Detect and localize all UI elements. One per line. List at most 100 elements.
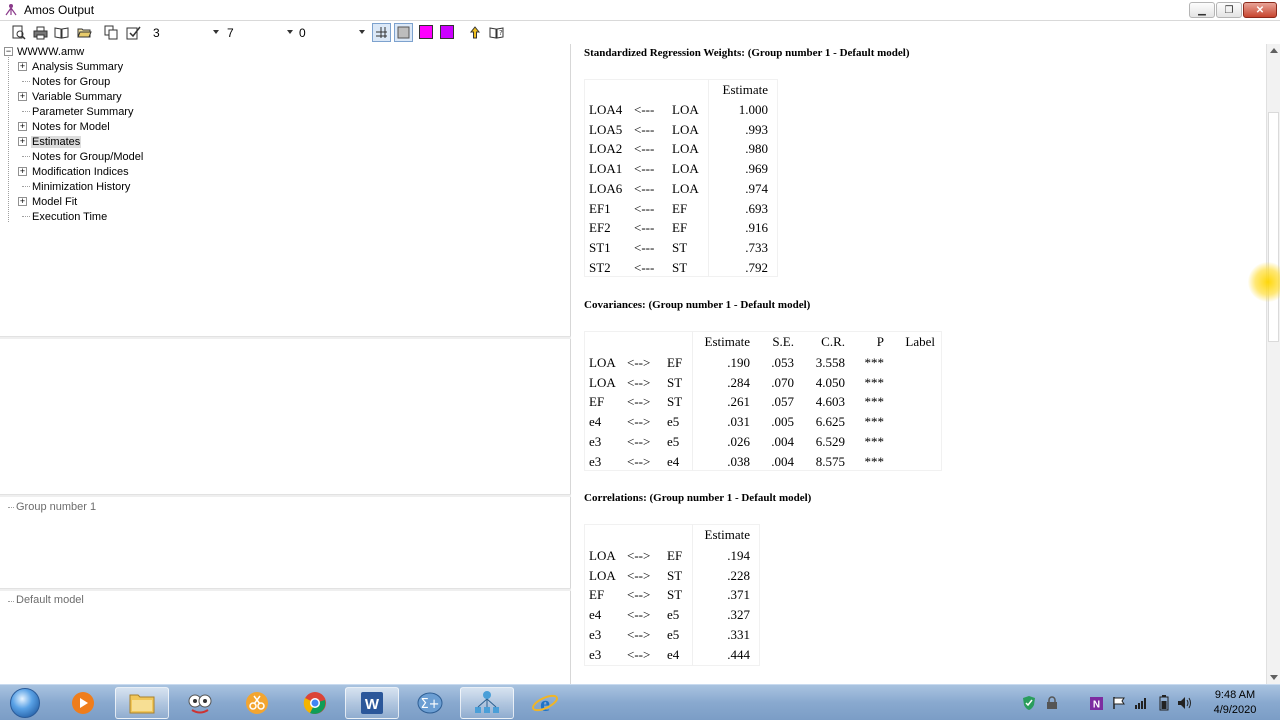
taskbar-app[interactable] (173, 687, 227, 719)
tree-item-parameter-summary[interactable]: Parameter Summary (31, 104, 134, 119)
scissors-app-icon (246, 692, 268, 714)
start-button[interactable] (4, 686, 46, 720)
expand-icon[interactable]: + (18, 92, 27, 101)
column-width-value: 7 (227, 25, 234, 40)
maximize-button[interactable]: ❐ (1216, 2, 1242, 18)
color-swatch-1[interactable] (419, 25, 433, 39)
grid-icon (376, 27, 387, 38)
tray-lock-icon[interactable] (1043, 685, 1061, 720)
tree-item-model-fit[interactable]: Model Fit (31, 194, 78, 209)
scroll-thumb[interactable] (1268, 112, 1279, 342)
tray-onenote-icon[interactable]: N (1087, 685, 1105, 720)
column-width-select[interactable]: 7 (225, 24, 295, 41)
scroll-up-icon[interactable] (1270, 48, 1278, 53)
table-cell-variable: e4 (589, 414, 602, 429)
table-cell-estimate: .693 (745, 201, 768, 216)
decimals-value: 3 (153, 25, 160, 40)
table-cell-p: *** (864, 394, 885, 409)
table-cell-variable: EF (589, 394, 605, 409)
up-arrow-icon[interactable] (467, 24, 483, 40)
tree-item-estimates[interactable]: Estimates (31, 134, 82, 149)
minimize-button[interactable]: ▁ (1189, 2, 1215, 18)
tray-flag-icon[interactable] (1110, 685, 1128, 720)
tree-item-variable-summary[interactable]: Variable Summary (31, 89, 123, 104)
tree-item-modification-indices[interactable]: Modification Indices (31, 164, 130, 179)
table-cell-variable: LOA1 (589, 161, 623, 176)
close-button[interactable]: ✕ (1243, 2, 1277, 18)
shade-toggle-button[interactable] (394, 23, 413, 42)
copy-icon[interactable] (103, 24, 119, 40)
table-cell-arrow: <--- (634, 122, 655, 137)
table-select[interactable]: 0 (297, 24, 367, 41)
table-cell-arrow: <--- (634, 220, 655, 235)
help-book-icon[interactable]: ? (488, 24, 504, 40)
open-folder-icon[interactable] (76, 24, 92, 40)
table-cell-variable: e3 (589, 647, 602, 662)
taskbar-internet-explorer[interactable]: e (518, 687, 572, 719)
table-cell-estimate: .327 (727, 607, 750, 622)
tree-item-label: Notes for Group/Model (32, 150, 144, 163)
table-cell-variable: e5 (667, 434, 680, 449)
amos-app-icon (5, 4, 17, 16)
table-cell-arrow: <--> (627, 355, 651, 370)
tray-battery-icon[interactable] (1155, 685, 1173, 720)
table-cell-cr: 4.050 (815, 375, 845, 390)
expand-icon[interactable]: + (18, 137, 27, 146)
panel-splitter[interactable] (0, 336, 571, 339)
grid-toggle-button[interactable] (372, 23, 391, 42)
table-cell-variable: ST2 (589, 260, 611, 275)
expand-icon[interactable]: + (18, 62, 27, 71)
table-cell-variable: e3 (589, 434, 602, 449)
taskbar-media-player[interactable] (56, 687, 110, 719)
expand-icon[interactable]: + (18, 197, 27, 206)
table-cell-variable: e4 (667, 647, 680, 662)
expand-icon[interactable]: + (18, 122, 27, 131)
table-cell-variable: LOA5 (589, 122, 623, 137)
taskbar-chrome[interactable] (288, 687, 342, 719)
tree-item-notes-for-model[interactable]: Notes for Model (31, 119, 111, 134)
panel-splitter[interactable] (0, 494, 571, 497)
tree-item-notes-for-group[interactable]: Notes for Group (31, 74, 111, 89)
group-list-item[interactable]: Group number 1 (16, 501, 96, 513)
taskbar-file-explorer[interactable] (115, 687, 169, 719)
tree-root[interactable]: WWWW.amw (16, 44, 85, 59)
table-cell-label (890, 353, 935, 372)
taskbar-amos-graphics[interactable] (460, 687, 514, 719)
table-cell-estimate: .194 (727, 548, 750, 563)
clock-date: 4/9/2020 (1213, 704, 1257, 716)
expand-icon[interactable]: + (18, 167, 27, 176)
table-cell-arrow: <--> (627, 414, 651, 429)
vertical-scrollbar[interactable] (1266, 44, 1280, 684)
table-cell-cr: 8.575 (815, 454, 845, 469)
taskbar-clock[interactable]: 9:48 AM 4/9/2020 (1198, 688, 1272, 718)
media-player-icon (72, 692, 94, 714)
tray-shield-icon[interactable] (1020, 685, 1038, 720)
preview-icon[interactable] (10, 24, 26, 40)
table-cell-se: .004 (771, 454, 794, 469)
panel-splitter[interactable] (0, 588, 571, 591)
table-cell-cr: 4.603 (815, 394, 845, 409)
scroll-down-icon[interactable] (1270, 675, 1278, 680)
table-cell-variable: e4 (589, 607, 602, 622)
decimals-select[interactable]: 3 (151, 24, 221, 41)
model-list-item[interactable]: Default model (16, 594, 84, 606)
table-cell-arrow: <--> (627, 394, 651, 409)
tray-volume-icon[interactable] (1176, 685, 1194, 720)
tree-item-execution-time[interactable]: Execution Time (31, 209, 108, 224)
color-swatch-2[interactable] (440, 25, 454, 39)
taskbar-snipping[interactable] (230, 687, 284, 719)
shade-icon (397, 26, 410, 39)
table-cell-variable: ST (667, 375, 683, 390)
book-icon[interactable] (53, 24, 69, 40)
collapse-icon[interactable]: − (4, 47, 13, 56)
table-cell-arrow: <--> (627, 627, 651, 642)
checklist-icon[interactable] (125, 24, 141, 40)
print-icon[interactable] (32, 24, 48, 40)
internet-explorer-icon: e (532, 691, 558, 716)
taskbar-word[interactable]: W (345, 687, 399, 719)
tray-signal-icon[interactable] (1132, 685, 1150, 720)
tree-item-analysis-summary[interactable]: Analysis Summary (31, 59, 124, 74)
tree-item-notes-for-group-model[interactable]: Notes for Group/Model (31, 149, 144, 164)
taskbar-spss[interactable]: Σ+ (403, 687, 457, 719)
tree-item-minimization-history[interactable]: Minimization History (31, 179, 131, 194)
